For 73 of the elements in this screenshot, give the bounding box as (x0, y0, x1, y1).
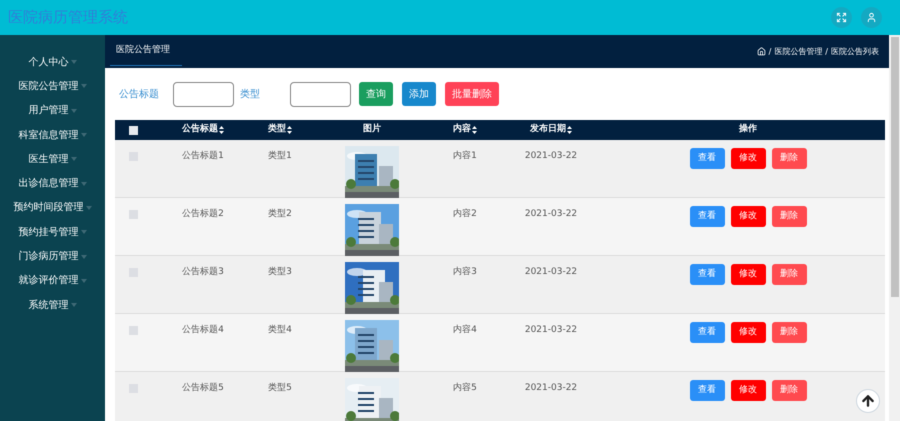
breadcrumb-separator: / (768, 46, 772, 58)
column-header[interactable]: 内容 (453, 123, 477, 137)
checkbox[interactable] (128, 326, 138, 335)
scrollbar[interactable] (889, 35, 900, 421)
sidebar-item[interactable]: 系统管理 (0, 292, 105, 318)
caret-icon (80, 254, 86, 259)
table-cell-text: 公告标题3 (182, 266, 224, 279)
filter-field[interactable] (290, 82, 351, 106)
breadcrumb-link[interactable]: 医院公告管理 (774, 46, 822, 58)
sidebar-item[interactable]: 个人中心 (0, 50, 105, 74)
user-icon[interactable] (861, 7, 882, 28)
edit-button[interactable]: 修改 (730, 148, 766, 169)
edit-button[interactable]: 修改 (730, 380, 766, 401)
filter-label: 公告标题 (119, 88, 159, 102)
add-button[interactable]: 添加 (402, 82, 436, 106)
column-header[interactable]: 发布日期 (530, 123, 572, 137)
caret-icon (80, 230, 86, 234)
breadcrumb-link[interactable]: 医院公告列表 (831, 46, 879, 58)
table-cell-text: 2021-03-22 (524, 382, 578, 395)
table-cell-text: 内容4 (453, 324, 477, 337)
table-cell-text: 2021-03-22 (524, 150, 578, 163)
table-cell-text: 内容5 (453, 382, 477, 395)
caret-icon (70, 303, 76, 308)
caret-icon (80, 278, 86, 283)
table-cell-text: 2021-03-22 (524, 266, 578, 279)
caret-icon (80, 84, 86, 88)
app-title: 医院病历管理系统 (8, 7, 128, 28)
sidebar-item[interactable]: 预约挂号管理 (0, 220, 105, 244)
sidebar-item[interactable]: 医院公告管理 (0, 74, 105, 99)
sidebar-item[interactable]: 门诊病历管理 (0, 244, 105, 269)
sidebar-item[interactable]: 预约时间段管理 (0, 196, 105, 220)
table-cell-text: 公告标题5 (182, 382, 224, 395)
table-cell-text: 内容3 (453, 266, 477, 279)
caret-icon (70, 60, 76, 64)
filter-label: 类型 (240, 88, 260, 102)
caret-icon (86, 206, 92, 210)
home-icon[interactable] (756, 47, 766, 56)
table-cell-text: 2021-03-22 (524, 324, 578, 337)
column-header[interactable]: 类型 (268, 123, 292, 137)
filter-field[interactable] (173, 82, 234, 106)
column-header: 图片 (363, 123, 381, 136)
table-cell-text: 类型4 (268, 324, 292, 337)
table-cell-text: 类型3 (268, 266, 292, 279)
table-cell-text: 内容1 (453, 150, 477, 163)
arrow-up-icon (860, 393, 876, 409)
caret-icon (70, 157, 76, 162)
column-header: 操作 (739, 123, 757, 136)
table-cell-text: 内容2 (453, 208, 477, 221)
edit-button[interactable]: 修改 (730, 322, 766, 343)
table-cell-text: 类型1 (268, 150, 292, 163)
checkbox[interactable] (128, 126, 138, 134)
page-tab[interactable]: 医院公告管理 (110, 38, 182, 66)
edit-button[interactable]: 修改 (730, 264, 766, 285)
table-cell-text: 公告标题2 (182, 208, 224, 221)
fullscreen-icon[interactable] (831, 7, 852, 28)
scrollbar-thumb[interactable] (890, 37, 898, 297)
caret-icon (80, 133, 86, 138)
caret-icon (80, 182, 86, 186)
table-cell-text: 2021-03-22 (524, 208, 578, 221)
checkbox[interactable] (128, 210, 138, 219)
caret-icon (70, 108, 76, 113)
column-header[interactable]: 公告标题 (182, 123, 224, 137)
edit-button[interactable]: 修改 (730, 206, 766, 227)
table-cell-text: 类型2 (268, 208, 292, 221)
sidebar-item[interactable]: 出诊信息管理 (0, 171, 105, 196)
sidebar-item[interactable]: 用户管理 (0, 98, 105, 123)
table-cell-text: 公告标题1 (182, 150, 224, 163)
table-cell-text: 公告标题4 (182, 324, 224, 337)
sidebar-item[interactable]: 科室信息管理 (0, 122, 105, 148)
breadcrumb-separator: / (825, 46, 828, 58)
table-cell-text: 类型5 (268, 382, 292, 395)
sidebar-item[interactable]: 医生管理 (0, 147, 105, 172)
sidebar-item[interactable]: 就诊评价管理 (0, 268, 105, 293)
